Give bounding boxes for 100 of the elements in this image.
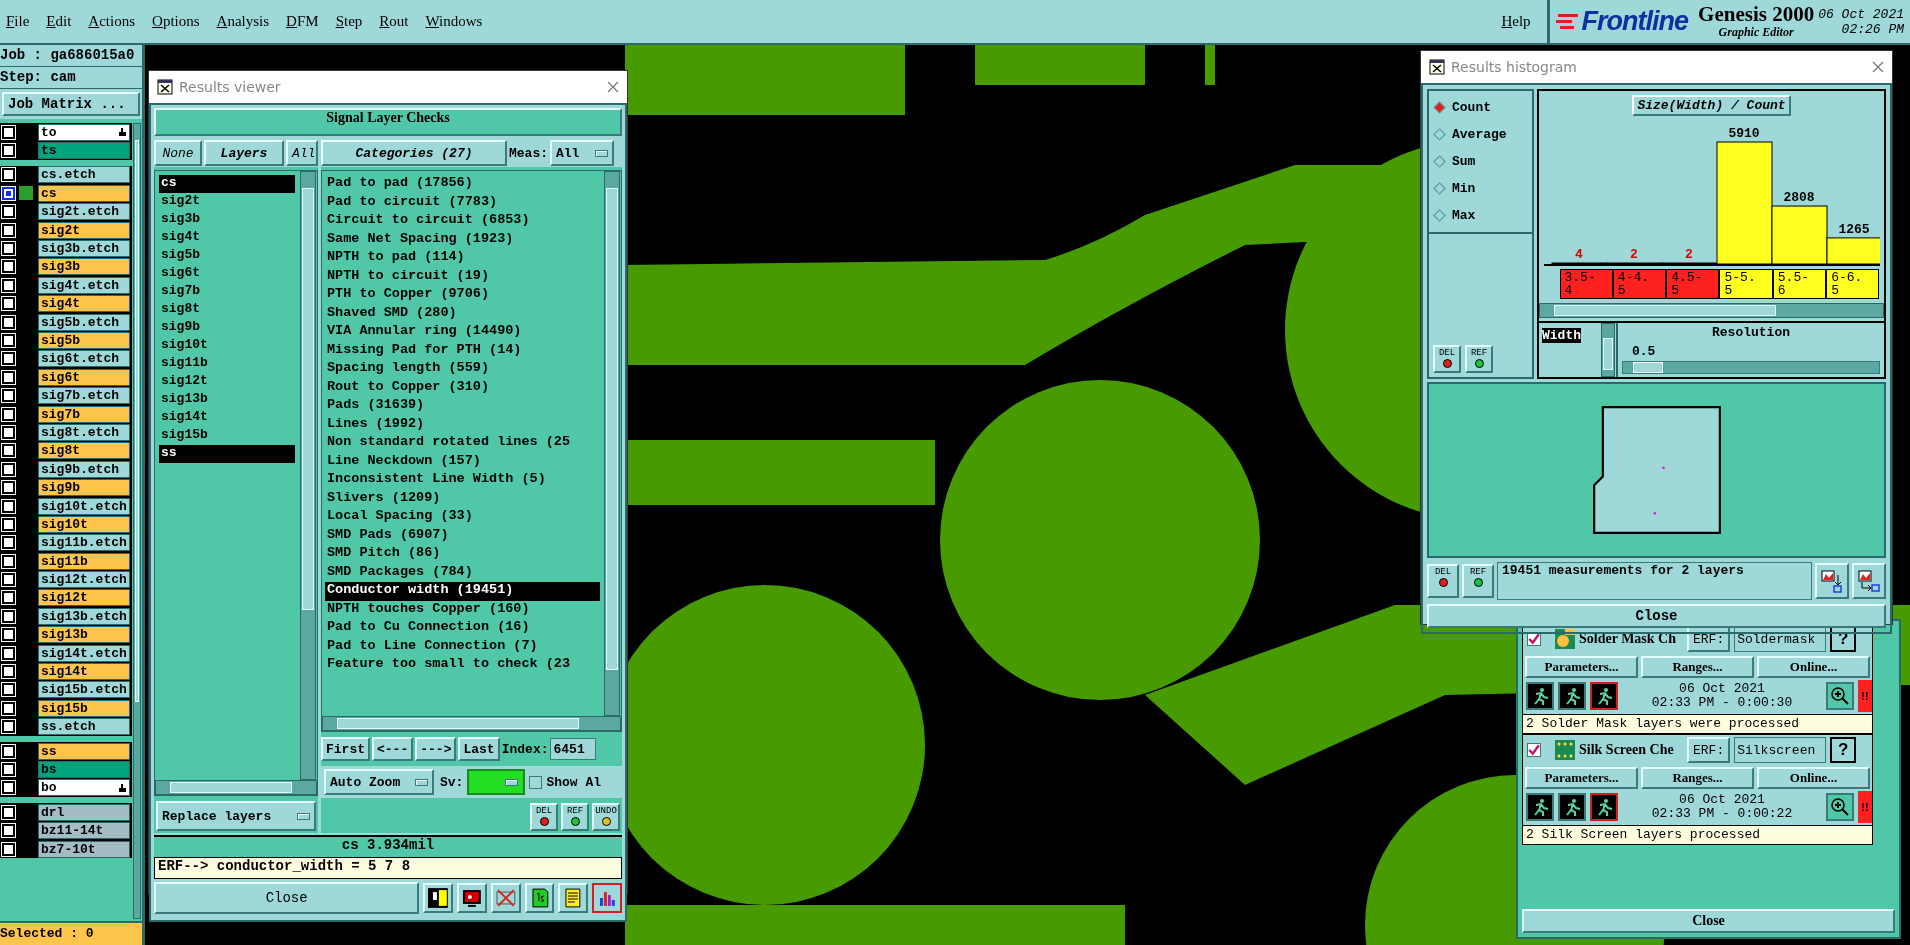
category-item[interactable]: SMD Pitch (86) xyxy=(325,545,600,564)
layer-checkbox[interactable] xyxy=(2,591,15,605)
layer-list-item[interactable]: sig8t xyxy=(159,301,295,319)
layer-button[interactable]: bo xyxy=(38,779,130,797)
check-option-button[interactable]: Parameters... xyxy=(1525,656,1638,678)
layer-list-item[interactable]: sig12t xyxy=(159,373,295,391)
layer-checkbox[interactable] xyxy=(2,781,15,795)
layer-button[interactable]: sig14t xyxy=(38,663,130,680)
layer-button[interactable]: sig4t xyxy=(38,295,130,313)
layer-checkbox[interactable] xyxy=(2,297,15,311)
category-item[interactable]: Conductor width (19451) xyxy=(325,582,600,601)
check-option-button[interactable]: Parameters... xyxy=(1525,767,1638,789)
layer-list-item[interactable]: sig9b xyxy=(159,319,295,337)
menu-item[interactable]: Options xyxy=(152,13,200,30)
layer-button[interactable]: sig15b.etch xyxy=(38,681,130,699)
layer-button[interactable]: bz11-14t xyxy=(38,822,130,840)
layer-checkbox[interactable] xyxy=(2,278,15,292)
job-matrix-button[interactable]: Job Matrix ... xyxy=(2,92,140,116)
scrollbar[interactable] xyxy=(132,123,141,919)
layer-button[interactable]: sig10t.etch xyxy=(38,497,130,515)
zoom-in-button[interactable] xyxy=(1826,793,1854,821)
category-item[interactable]: Slivers (1209) xyxy=(325,489,600,508)
menu-item[interactable]: Windows xyxy=(425,13,483,30)
category-item[interactable]: Pad to circuit (7783) xyxy=(325,193,600,212)
none-button[interactable]: None xyxy=(154,140,202,166)
layers-button[interactable]: Layers xyxy=(204,140,284,166)
layer-checkbox[interactable] xyxy=(2,481,15,495)
layer-checkbox[interactable] xyxy=(2,370,15,384)
runner-icon-button[interactable] xyxy=(1558,793,1586,821)
monitor-icon-button[interactable] xyxy=(457,883,487,913)
erf-field[interactable]: Silkscreen xyxy=(1734,737,1827,763)
layer-button[interactable]: cs xyxy=(38,184,130,202)
category-item[interactable]: Pad to Cu Connection (16) xyxy=(325,619,600,638)
scrollbar[interactable] xyxy=(155,780,317,795)
meas-dropdown[interactable]: All xyxy=(550,140,614,166)
layer-button[interactable]: sig10t xyxy=(38,515,130,533)
category-item[interactable]: Non standard rotated lines (25 xyxy=(325,434,600,453)
index-field[interactable]: 6451 xyxy=(550,738,597,760)
checkbox[interactable] xyxy=(529,775,543,789)
layer-button[interactable]: cs.etch xyxy=(38,166,130,184)
tool-button[interactable]: DEL xyxy=(1433,345,1461,373)
navigation-button[interactable]: ---> xyxy=(415,737,457,761)
layer-checkbox[interactable] xyxy=(2,499,15,513)
layer-checkbox[interactable] xyxy=(2,425,15,439)
close-button[interactable]: Close xyxy=(1522,909,1895,933)
layer-checkbox[interactable] xyxy=(2,805,15,819)
layer-button[interactable]: ss.etch xyxy=(38,718,130,736)
close-button[interactable]: Close xyxy=(1427,604,1886,628)
layer-button[interactable]: sig5b xyxy=(38,332,130,349)
runner-icon-button[interactable] xyxy=(1526,793,1554,821)
layer-checkbox[interactable] xyxy=(2,186,15,200)
scrollbar[interactable] xyxy=(1601,323,1615,377)
runner-icon-button[interactable] xyxy=(1590,793,1618,821)
menu-item[interactable]: Edit xyxy=(46,13,72,30)
page-icon-button[interactable] xyxy=(524,883,555,913)
check-option-button[interactable]: Ranges... xyxy=(1641,656,1754,678)
layer-checkbox[interactable] xyxy=(2,205,15,219)
crossed-out-icon-button[interactable] xyxy=(490,883,521,913)
layer-button[interactable]: sig12t.etch xyxy=(38,571,130,589)
layer-checkbox[interactable] xyxy=(2,260,15,274)
layer-checkbox[interactable] xyxy=(2,720,15,734)
layer-checkbox[interactable] xyxy=(2,407,15,421)
layer-checkbox[interactable] xyxy=(2,554,15,568)
layer-button[interactable]: bz7-10t xyxy=(38,840,130,858)
navigation-button[interactable]: First xyxy=(321,737,370,761)
layer-checkbox[interactable] xyxy=(2,536,15,550)
category-item[interactable]: PTH to Copper (9706) xyxy=(325,286,600,305)
menu-item[interactable]: DFM xyxy=(286,13,319,30)
close-button[interactable]: Close xyxy=(154,882,420,914)
layer-button[interactable]: to xyxy=(38,123,130,141)
layer-checkbox[interactable] xyxy=(2,665,15,678)
category-item[interactable]: Same Net Spacing (1923) xyxy=(325,230,600,249)
menu-item[interactable]: Analysis xyxy=(216,13,270,30)
layer-list-item[interactable]: sig13b xyxy=(159,391,295,409)
layer-list-item[interactable]: sig3b xyxy=(159,211,295,229)
layer-list-item[interactable]: sig4t xyxy=(159,229,295,247)
zoom-mode-dropdown[interactable]: Auto Zoom xyxy=(324,769,434,795)
menu-item[interactable]: Actions xyxy=(88,13,136,30)
layer-button[interactable]: sig7b.etch xyxy=(38,387,130,405)
layer-list-item[interactable]: sig7b xyxy=(159,283,295,301)
menu-item[interactable]: Help xyxy=(1501,13,1531,30)
tool-button[interactable]: REF xyxy=(561,803,589,831)
field-list-item[interactable]: Width xyxy=(1542,328,1581,343)
tool-button[interactable]: DEL xyxy=(1427,564,1459,598)
layer-checkbox[interactable] xyxy=(2,701,15,715)
all-button[interactable]: All xyxy=(286,140,318,166)
close-icon[interactable] xyxy=(607,81,619,93)
document-icon-button[interactable] xyxy=(558,883,589,913)
resolution-slider[interactable] xyxy=(1622,361,1880,374)
tool-button[interactable]: REF xyxy=(1462,564,1494,598)
layer-checkbox[interactable] xyxy=(2,144,15,158)
categories-button[interactable]: Categories (27) xyxy=(321,140,507,166)
layer-button[interactable]: sig11b xyxy=(38,552,130,570)
category-item[interactable]: Shaved SMD (280) xyxy=(325,304,600,323)
layer-button[interactable]: sig13b xyxy=(38,626,130,644)
menu-item[interactable]: File xyxy=(6,13,30,30)
navigation-button[interactable]: Last xyxy=(458,737,500,761)
category-item[interactable]: Lines (1992) xyxy=(325,415,600,434)
layer-button[interactable]: sig13b.etch xyxy=(38,607,130,625)
category-item[interactable]: SMD Pads (6907) xyxy=(325,526,600,545)
